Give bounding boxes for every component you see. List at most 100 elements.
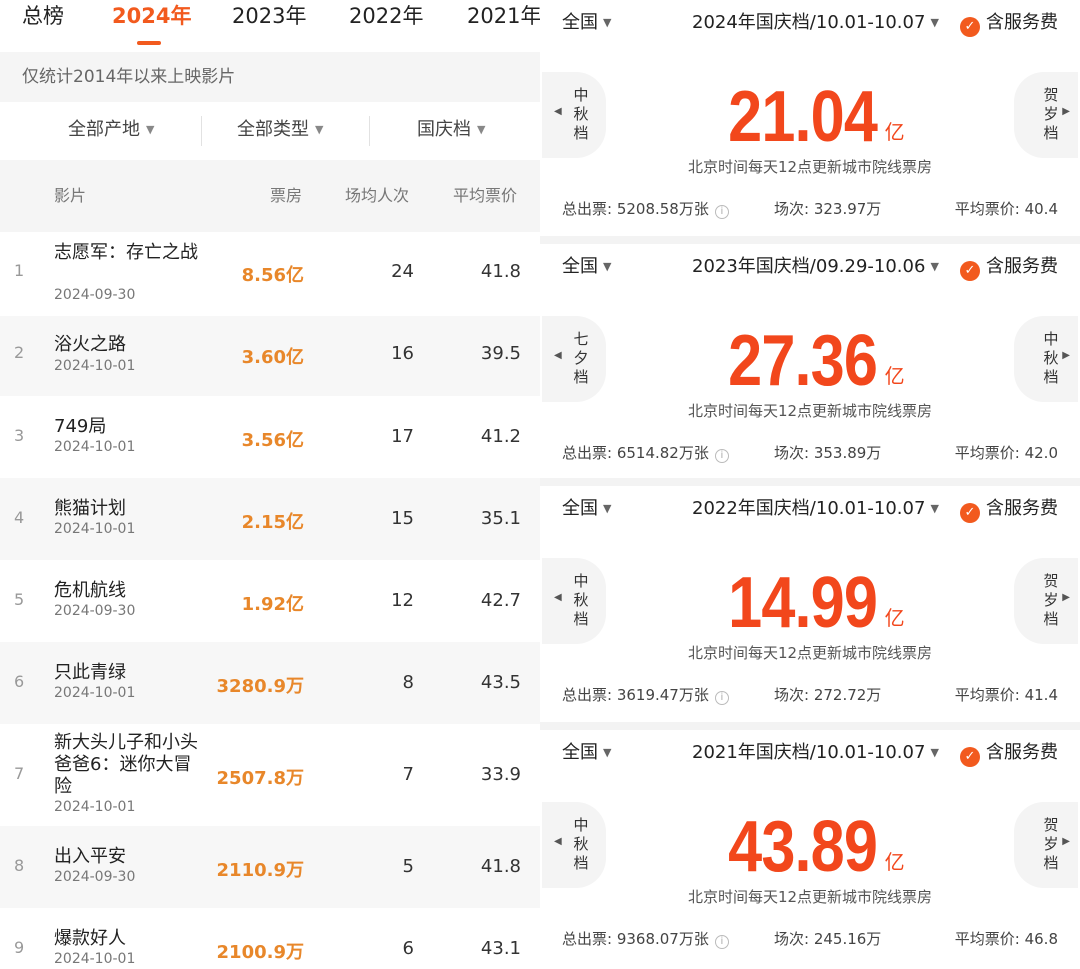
tab-2021[interactable]: 2021年: [467, 0, 541, 30]
row-box-office: 2507.8万: [216, 768, 304, 789]
tab-2022[interactable]: 2022年: [349, 0, 423, 30]
table-row[interactable]: 6 只此青绿 2024-10-01 3280.9万 8 43.5: [0, 642, 540, 724]
region-selector[interactable]: 全国 ▼: [562, 252, 611, 278]
average-price: 平均票价: 46.8: [954, 930, 1058, 948]
region-label: 全国: [562, 742, 598, 763]
row-avg-people: 5: [402, 856, 414, 877]
service-fee-toggle[interactable]: ✓ 含服务费: [960, 738, 1058, 767]
total-tickets: 总出票: 5208.58万张 i: [562, 198, 729, 219]
info-icon[interactable]: i: [714, 449, 729, 463]
table-row[interactable]: 1 志愿军：存亡之战 2024-09-30 8.56亿 24 41.8: [0, 232, 540, 316]
period-label: 2023年国庆档/09.29-10.06: [692, 256, 926, 277]
total-value: 21.04: [728, 77, 879, 157]
row-avg-people: 12: [391, 590, 414, 611]
region-selector[interactable]: 全国 ▼: [562, 494, 611, 520]
filter-bar: 全部产地 ▼ 全部类型 ▼ 国庆档 ▼: [0, 102, 540, 160]
filter-genre[interactable]: 全部类型 ▼: [237, 102, 323, 160]
total-shows: 场次: 323.97万: [774, 200, 882, 218]
update-note: 北京时间每天12点更新城市院线票房: [687, 158, 933, 176]
row-title: 浴火之路: [54, 334, 126, 355]
filter-season[interactable]: 国庆档 ▼: [417, 102, 485, 160]
season-summary-panel: 全国 ▼ 2024年国庆档/10.01-10.07 ▼ ✓ 含服务费 ◀ 中秋档 贺岁…: [540, 0, 1080, 969]
header-box-office[interactable]: 票房: [270, 160, 302, 232]
filter-divider: [201, 116, 202, 146]
period-selector[interactable]: 2024年国庆档/10.01-10.07 ▼: [692, 8, 939, 34]
info-icon[interactable]: i: [714, 691, 729, 705]
region-label: 全国: [562, 498, 598, 519]
row-date: 2024-10-01: [54, 951, 136, 967]
table-row[interactable]: 7 新大头儿子和小头爸爸6：迷你大冒险 2024-10-01 2507.8万 7…: [0, 724, 540, 826]
row-title: 志愿军：存亡之战: [54, 242, 198, 263]
period-selector[interactable]: 2022年国庆档/10.01-10.07 ▼: [692, 494, 939, 520]
filter-genre-label: 全部类型: [237, 119, 309, 140]
row-avg-price: 41.8: [480, 261, 521, 282]
season-card-2021: 全国 ▼ 2021年国庆档/10.01-10.07 ▼ ✓ 含服务费 ◀ 中秋档 贺岁…: [540, 730, 1080, 969]
table-row[interactable]: 4 熊猫计划 2024-10-01 2.15亿 15 35.1: [0, 478, 540, 560]
tab-2024[interactable]: 2024年: [112, 0, 191, 30]
row-rank: 3: [14, 426, 25, 445]
screenshot-root: 总榜 2024年 2023年 2022年 2021年 仅统计2014年以来上映影…: [0, 0, 1080, 969]
service-fee-toggle[interactable]: ✓ 含服务费: [960, 494, 1058, 523]
tab-2023[interactable]: 2023年: [232, 0, 306, 30]
season-card-2023: 全国 ▼ 2023年国庆档/09.29-10.06 ▼ ✓ 含服务费 ◀ 七夕档 中秋…: [540, 244, 1080, 488]
total-shows: 场次: 272.72万: [774, 686, 882, 704]
row-avg-people: 17: [391, 426, 414, 447]
period-label: 2021年国庆档/10.01-10.07: [692, 742, 926, 763]
row-avg-people: 24: [391, 261, 414, 282]
caret-down-icon: ▼: [603, 502, 612, 515]
table-row[interactable]: 8 出入平安 2024-09-30 2110.9万 5 41.8: [0, 826, 540, 908]
period-selector[interactable]: 2023年国庆档/09.29-10.06 ▼: [692, 252, 939, 278]
header-avg-people[interactable]: 场均人次: [345, 160, 409, 232]
info-icon[interactable]: i: [714, 935, 729, 949]
table-header: 影片 票房 场均人次 平均票价: [0, 160, 540, 232]
row-avg-people: 15: [391, 508, 414, 529]
caret-down-icon: ▼: [315, 123, 324, 136]
row-box-office: 3.60亿: [241, 347, 304, 368]
table-row[interactable]: 2 浴火之路 2024-10-01 3.60亿 16 39.5: [0, 316, 540, 396]
season-card-2022: 全国 ▼ 2022年国庆档/10.01-10.07 ▼ ✓ 含服务费 ◀ 中秋档 贺岁…: [540, 486, 1080, 730]
row-box-office: 2100.9万: [216, 942, 304, 963]
row-title: 出入平安: [54, 846, 126, 867]
total-box-office: 27.36 亿: [540, 320, 1080, 402]
region-selector[interactable]: 全国 ▼: [562, 738, 611, 764]
table-row[interactable]: 3 749局 2024-10-01 3.56亿 17 41.2: [0, 396, 540, 478]
total-tickets-text: 总出票: 6514.82万张: [562, 444, 709, 462]
card-divider: [540, 478, 1080, 486]
row-rank: 9: [14, 938, 25, 957]
total-unit: 亿: [884, 120, 905, 144]
row-title: 危机航线: [54, 580, 126, 601]
row-avg-people: 16: [391, 343, 414, 364]
caret-down-icon: ▼: [603, 260, 612, 273]
filter-origin[interactable]: 全部产地 ▼: [68, 102, 154, 160]
row-rank: 6: [14, 672, 25, 691]
header-avg-price[interactable]: 平均票价: [453, 160, 517, 232]
caret-down-icon: ▼: [930, 746, 939, 759]
row-title: 熊猫计划: [54, 498, 126, 519]
row-box-office: 3.56亿: [241, 430, 304, 451]
region-selector[interactable]: 全国 ▼: [562, 8, 611, 34]
filter-origin-label: 全部产地: [68, 119, 140, 140]
info-icon[interactable]: i: [714, 205, 729, 219]
total-value: 14.99: [728, 563, 879, 643]
row-avg-price: 33.9: [480, 764, 521, 785]
row-rank: 1: [14, 261, 25, 280]
row-box-office: 8.56亿: [241, 265, 304, 286]
tab-all-time[interactable]: 总榜: [22, 0, 64, 30]
box-office-ranking-panel: 总榜 2024年 2023年 2022年 2021年 仅统计2014年以来上映影…: [0, 0, 541, 969]
table-row[interactable]: 9 爆款好人 2024-10-01 2100.9万 6 43.1: [0, 908, 540, 969]
period-selector[interactable]: 2021年国庆档/10.01-10.07 ▼: [692, 738, 939, 764]
row-avg-people: 7: [402, 764, 414, 785]
total-tickets-text: 总出票: 9368.07万张: [562, 930, 709, 948]
total-box-office: 43.89 亿: [540, 806, 1080, 888]
total-shows: 场次: 245.16万: [774, 930, 882, 948]
table-row[interactable]: 5 危机航线 2024-09-30 1.92亿 12 42.7: [0, 560, 540, 642]
caret-down-icon: ▼: [930, 16, 939, 29]
update-note: 北京时间每天12点更新城市院线票房: [687, 402, 933, 420]
service-fee-toggle[interactable]: ✓ 含服务费: [960, 252, 1058, 281]
update-note: 北京时间每天12点更新城市院线票房: [687, 888, 933, 906]
service-fee-toggle[interactable]: ✓ 含服务费: [960, 8, 1058, 37]
row-avg-price: 41.8: [480, 856, 521, 877]
row-title: 749局: [54, 416, 107, 437]
year-tab-bar: 总榜 2024年 2023年 2022年 2021年: [0, 0, 541, 50]
check-icon: ✓: [960, 261, 980, 281]
